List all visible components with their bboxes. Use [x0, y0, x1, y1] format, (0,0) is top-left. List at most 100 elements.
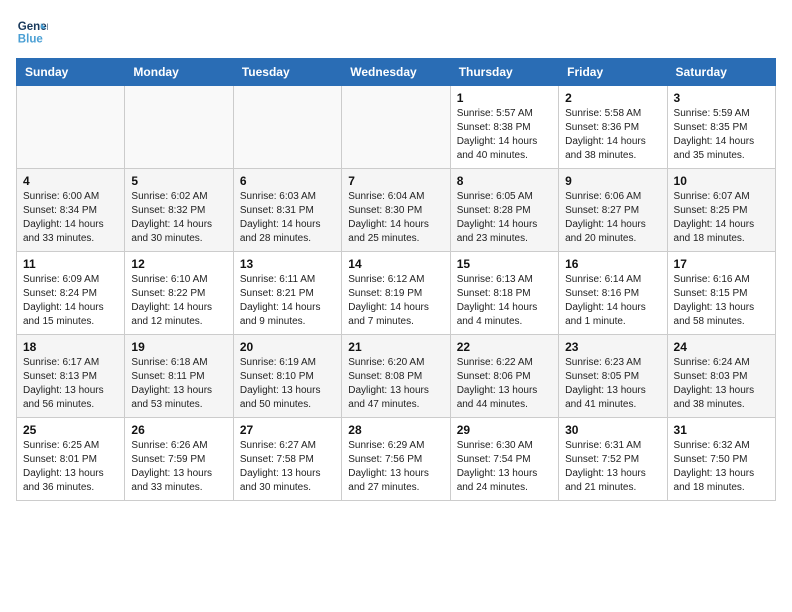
day-info: Sunrise: 6:19 AM Sunset: 8:10 PM Dayligh… [240, 356, 335, 412]
day-cell: 3 Sunrise: 5:59 AM Sunset: 8:35 PM Daylig… [667, 86, 775, 169]
day-cell: 4 Sunrise: 6:00 AM Sunset: 8:34 PM Daylig… [17, 169, 125, 252]
day-number: 17 [674, 257, 769, 271]
day-info: Sunrise: 6:26 AM Sunset: 7:59 PM Dayligh… [131, 439, 226, 495]
day-number: 9 [565, 174, 660, 188]
day-info: Sunrise: 6:31 AM Sunset: 7:52 PM Dayligh… [565, 439, 660, 495]
day-cell: 16Sunrise: 6:14 AM Sunset: 8:16 PM Dayli… [559, 252, 667, 335]
day-cell: 22 Sunrise: 6:22 AM Sunset: 8:06 PM Dayli… [450, 335, 558, 418]
day-info: Sunrise: 6:27 AM Sunset: 7:58 PM Dayligh… [240, 439, 335, 495]
day-cell [342, 86, 450, 169]
day-number: 16 [565, 257, 660, 271]
weekday-header-thursday: Thursday [450, 59, 558, 86]
day-cell: 12Sunrise: 6:10 AM Sunset: 8:22 PM Dayli… [125, 252, 233, 335]
day-info: Sunrise: 6:20 AM Sunset: 8:08 PM Dayligh… [348, 356, 443, 412]
day-number: 8 [457, 174, 552, 188]
day-number: 21 [348, 340, 443, 354]
day-cell: 31 Sunrise: 6:32 AM Sunset: 7:50 PM Dayli… [667, 418, 775, 501]
day-number: 10 [674, 174, 769, 188]
day-info: Sunrise: 6:03 AM Sunset: 8:31 PM Dayligh… [240, 190, 335, 246]
day-info: Sunrise: 6:25 AM Sunset: 8:01 PM Dayligh… [23, 439, 118, 495]
day-cell: 6Sunrise: 6:03 AM Sunset: 8:31 PM Daylig… [233, 169, 341, 252]
weekday-header-monday: Monday [125, 59, 233, 86]
day-cell: 2 Sunrise: 5:58 AM Sunset: 8:36 PM Daylig… [559, 86, 667, 169]
day-number: 14 [348, 257, 443, 271]
day-number: 13 [240, 257, 335, 271]
day-number: 20 [240, 340, 335, 354]
day-info: Sunrise: 6:18 AM Sunset: 8:11 PM Dayligh… [131, 356, 226, 412]
day-info: Sunrise: 6:07 AM Sunset: 8:25 PM Dayligh… [674, 190, 769, 246]
week-row-2: 4 Sunrise: 6:00 AM Sunset: 8:34 PM Daylig… [17, 169, 776, 252]
day-cell: 17 Sunrise: 6:16 AM Sunset: 8:15 PM Dayli… [667, 252, 775, 335]
day-info: Sunrise: 6:04 AM Sunset: 8:30 PM Dayligh… [348, 190, 443, 246]
week-row-5: 25 Sunrise: 6:25 AM Sunset: 8:01 PM Dayli… [17, 418, 776, 501]
day-info: Sunrise: 6:30 AM Sunset: 7:54 PM Dayligh… [457, 439, 552, 495]
day-info: Sunrise: 6:29 AM Sunset: 7:56 PM Dayligh… [348, 439, 443, 495]
svg-text:Blue: Blue [18, 34, 44, 46]
day-cell: 23Sunrise: 6:23 AM Sunset: 8:05 PM Dayli… [559, 335, 667, 418]
day-cell: 7 Sunrise: 6:04 AM Sunset: 8:30 PM Daylig… [342, 169, 450, 252]
day-number: 11 [23, 257, 118, 271]
day-number: 5 [131, 174, 226, 188]
day-number: 1 [457, 91, 552, 105]
day-info: Sunrise: 5:57 AM Sunset: 8:38 PM Dayligh… [457, 107, 552, 163]
day-cell: 29Sunrise: 6:30 AM Sunset: 7:54 PM Dayli… [450, 418, 558, 501]
day-cell: 9 Sunrise: 6:06 AM Sunset: 8:27 PM Daylig… [559, 169, 667, 252]
day-info: Sunrise: 6:02 AM Sunset: 8:32 PM Dayligh… [131, 190, 226, 246]
day-number: 3 [674, 91, 769, 105]
day-number: 26 [131, 423, 226, 437]
header: General Blue [16, 16, 776, 48]
day-info: Sunrise: 6:00 AM Sunset: 8:34 PM Dayligh… [23, 190, 118, 246]
day-info: Sunrise: 6:09 AM Sunset: 8:24 PM Dayligh… [23, 273, 118, 329]
day-number: 15 [457, 257, 552, 271]
week-row-4: 18 Sunrise: 6:17 AM Sunset: 8:13 PM Dayli… [17, 335, 776, 418]
day-cell: 20 Sunrise: 6:19 AM Sunset: 8:10 PM Dayli… [233, 335, 341, 418]
day-number: 25 [23, 423, 118, 437]
day-cell: 30 Sunrise: 6:31 AM Sunset: 7:52 PM Dayli… [559, 418, 667, 501]
day-number: 23 [565, 340, 660, 354]
day-number: 2 [565, 91, 660, 105]
day-number: 30 [565, 423, 660, 437]
day-info: Sunrise: 6:12 AM Sunset: 8:19 PM Dayligh… [348, 273, 443, 329]
day-info: Sunrise: 6:11 AM Sunset: 8:21 PM Dayligh… [240, 273, 335, 329]
day-cell: 14 Sunrise: 6:12 AM Sunset: 8:19 PM Dayli… [342, 252, 450, 335]
weekday-header-row: SundayMondayTuesdayWednesdayThursdayFrid… [17, 59, 776, 86]
day-cell: 26 Sunrise: 6:26 AM Sunset: 7:59 PM Dayli… [125, 418, 233, 501]
day-number: 27 [240, 423, 335, 437]
day-number: 4 [23, 174, 118, 188]
day-cell: 8 Sunrise: 6:05 AM Sunset: 8:28 PM Daylig… [450, 169, 558, 252]
day-cell [233, 86, 341, 169]
day-info: Sunrise: 6:13 AM Sunset: 8:18 PM Dayligh… [457, 273, 552, 329]
day-info: Sunrise: 6:06 AM Sunset: 8:27 PM Dayligh… [565, 190, 660, 246]
weekday-header-saturday: Saturday [667, 59, 775, 86]
day-cell: 10 Sunrise: 6:07 AM Sunset: 8:25 PM Dayli… [667, 169, 775, 252]
week-row-1: 1 Sunrise: 5:57 AM Sunset: 8:38 PM Daylig… [17, 86, 776, 169]
day-info: Sunrise: 5:59 AM Sunset: 8:35 PM Dayligh… [674, 107, 769, 163]
day-cell: 13 Sunrise: 6:11 AM Sunset: 8:21 PM Dayli… [233, 252, 341, 335]
day-number: 31 [674, 423, 769, 437]
day-cell: 15 Sunrise: 6:13 AM Sunset: 8:18 PM Dayli… [450, 252, 558, 335]
day-cell: 24Sunrise: 6:24 AM Sunset: 8:03 PM Dayli… [667, 335, 775, 418]
day-cell: 1 Sunrise: 5:57 AM Sunset: 8:38 PM Daylig… [450, 86, 558, 169]
day-number: 22 [457, 340, 552, 354]
day-number: 7 [348, 174, 443, 188]
day-cell [125, 86, 233, 169]
day-cell: 25 Sunrise: 6:25 AM Sunset: 8:01 PM Dayli… [17, 418, 125, 501]
weekday-header-tuesday: Tuesday [233, 59, 341, 86]
weekday-header-sunday: Sunday [17, 59, 125, 86]
day-number: 12 [131, 257, 226, 271]
day-info: Sunrise: 5:58 AM Sunset: 8:36 PM Dayligh… [565, 107, 660, 163]
week-row-3: 11 Sunrise: 6:09 AM Sunset: 8:24 PM Dayli… [17, 252, 776, 335]
day-cell: 11 Sunrise: 6:09 AM Sunset: 8:24 PM Dayli… [17, 252, 125, 335]
day-info: Sunrise: 6:17 AM Sunset: 8:13 PM Dayligh… [23, 356, 118, 412]
day-number: 18 [23, 340, 118, 354]
day-info: Sunrise: 6:24 AM Sunset: 8:03 PM Dayligh… [674, 356, 769, 412]
day-info: Sunrise: 6:32 AM Sunset: 7:50 PM Dayligh… [674, 439, 769, 495]
day-info: Sunrise: 6:22 AM Sunset: 8:06 PM Dayligh… [457, 356, 552, 412]
day-info: Sunrise: 6:16 AM Sunset: 8:15 PM Dayligh… [674, 273, 769, 329]
calendar-table: SundayMondayTuesdayWednesdayThursdayFrid… [16, 58, 776, 501]
day-number: 19 [131, 340, 226, 354]
day-cell: 19 Sunrise: 6:18 AM Sunset: 8:11 PM Dayli… [125, 335, 233, 418]
day-info: Sunrise: 6:05 AM Sunset: 8:28 PM Dayligh… [457, 190, 552, 246]
day-cell: 27 Sunrise: 6:27 AM Sunset: 7:58 PM Dayli… [233, 418, 341, 501]
day-cell: 18 Sunrise: 6:17 AM Sunset: 8:13 PM Dayli… [17, 335, 125, 418]
